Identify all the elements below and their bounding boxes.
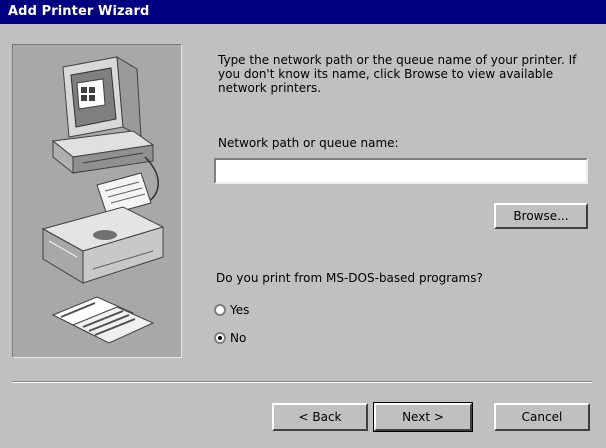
radio-yes-label: Yes	[230, 303, 250, 317]
radio-selected-dot	[218, 336, 222, 340]
back-button[interactable]: < Back	[272, 403, 368, 431]
radio-no-label: No	[230, 331, 247, 345]
instructions-text: Type the network path or the queue name …	[218, 53, 577, 95]
network-path-label: Network path or queue name:	[218, 136, 399, 150]
cancel-button[interactable]: Cancel	[494, 403, 590, 431]
radio-yes[interactable]: Yes	[214, 303, 249, 317]
radio-no-circle[interactable]	[214, 332, 226, 344]
printed-pages-icon	[51, 296, 155, 344]
radio-no[interactable]: No	[214, 331, 246, 345]
next-button[interactable]: Next >	[373, 402, 473, 432]
msdos-question: Do you print from MS-DOS-based programs?	[216, 271, 483, 285]
browse-button[interactable]: Browse...	[494, 203, 588, 229]
window-title: Add Printer Wizard	[8, 4, 150, 19]
radio-yes-circle[interactable]	[214, 304, 226, 316]
network-path-input[interactable]	[214, 158, 588, 184]
wizard-illustration	[12, 44, 182, 358]
add-printer-wizard-window: Add Printer Wizard Type the network path…	[0, 0, 606, 448]
title-bar[interactable]: Add Printer Wizard	[0, 0, 606, 24]
separator	[12, 381, 592, 383]
printer-icon	[41, 172, 165, 284]
